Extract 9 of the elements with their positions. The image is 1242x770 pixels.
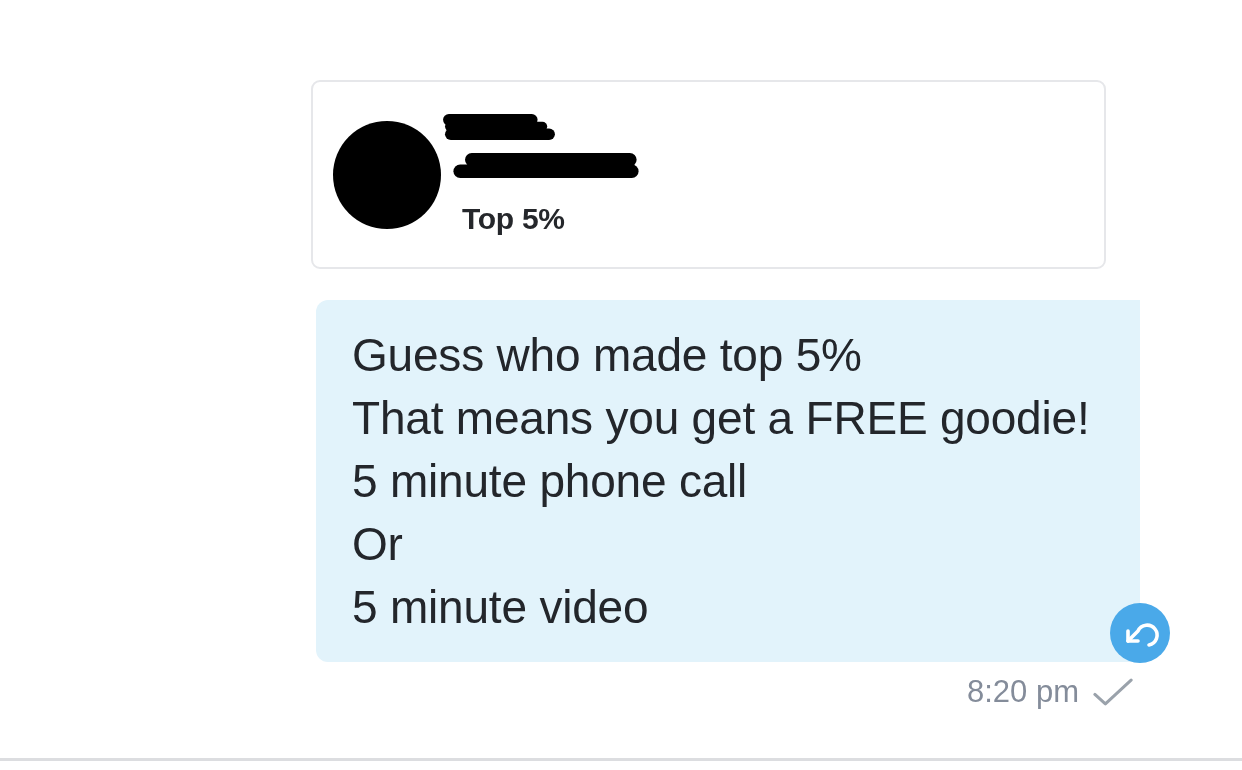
message-text: 5 minute phone call [352,454,749,509]
message-text: 5 minute video [352,580,650,635]
undo-button[interactable] [1110,603,1170,663]
rank-label: Top 5% [462,201,565,236]
message-text: Guess who made top 5% [352,328,863,383]
message-text: That means you get a FREE goodie! [352,391,1091,446]
message-time: 8:20 pm [967,674,1079,710]
message-text: Or [352,517,404,572]
profile-card[interactable]: Top 5% [311,80,1106,269]
